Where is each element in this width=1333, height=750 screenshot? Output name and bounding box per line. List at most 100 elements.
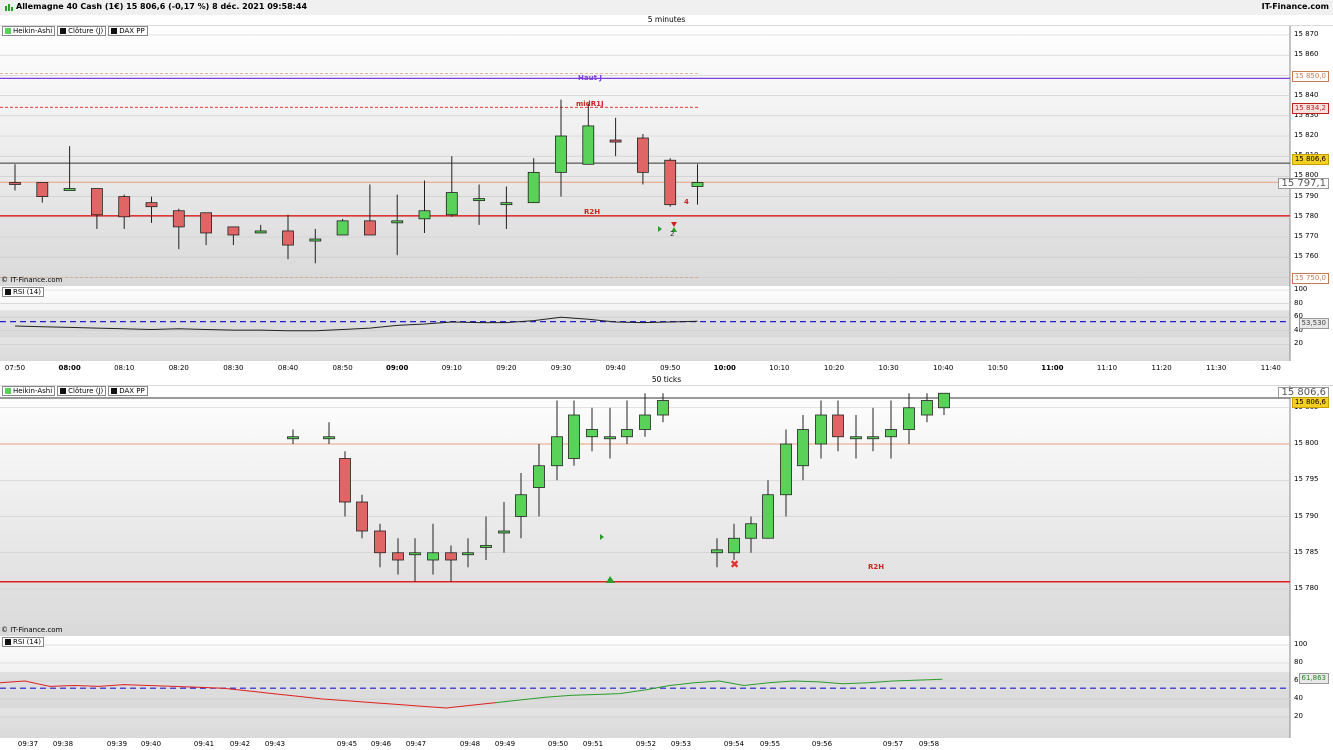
bottom-chart-caption: 50 ticks (0, 375, 1333, 386)
bot-candle (551, 436, 563, 467)
time-axis-label: 10:50 (987, 364, 1008, 372)
time-axis-label: 11:30 (1206, 364, 1227, 372)
legend-rsi-bottom[interactable]: RSI (14) (2, 637, 44, 647)
top-chart-caption: 5 minutes (0, 15, 1333, 26)
annotation-count-2: 2 (670, 230, 675, 238)
bot-candle (903, 407, 915, 430)
bottom-rsi-chart[interactable] (0, 636, 1333, 738)
legend-cloture[interactable]: Clôture (J) (57, 26, 107, 36)
legend-dax-pp-bottom[interactable]: DAX PP (108, 386, 148, 396)
bot-candle (586, 429, 598, 438)
top-price-tick-label: 15 780 (1294, 211, 1319, 220)
top-candle (282, 230, 294, 246)
time-axis-label: 09:40 (140, 740, 162, 748)
label-mid-r1j: 15 834,2 (1291, 103, 1329, 114)
top-candle (200, 212, 213, 234)
bot-candle (356, 501, 368, 532)
legend-rsi[interactable]: RSI (14) (2, 287, 44, 297)
top-price-panel[interactable]: Heikin-Ashi Clôture (J) DAX PP © IT-Fina… (0, 26, 1333, 286)
top-rsi-tick-label: 100 (1294, 285, 1308, 293)
top-price-tick-label: 15 840 (1294, 90, 1319, 99)
top-watermark: © IT-Finance.com (1, 276, 63, 284)
bot-price-tick-label: 15 785 (1294, 547, 1319, 556)
top-candle (500, 202, 513, 206)
bot-candle (780, 443, 792, 496)
label-pivot: 15 797,1 (1278, 178, 1329, 189)
time-axis-label: 09:57 (882, 740, 904, 748)
bottom-price-chart[interactable]: ✖ (0, 386, 1333, 636)
bot-candle (832, 414, 844, 438)
top-rsi-chart[interactable] (0, 286, 1333, 361)
top-candle (527, 171, 540, 204)
bottom-watermark: © IT-Finance.com (1, 626, 63, 634)
top-time-axis: 07:50 08:00 08:10 08:20 08:30 08:40 08:50 09:00… (0, 363, 1333, 373)
bot-candle (639, 414, 651, 430)
top-candle (254, 230, 267, 234)
time-axis-label: 09:41 (193, 740, 215, 748)
time-axis-label: 07:50 (4, 364, 26, 372)
top-rsi-tick-label: 80 (1294, 298, 1303, 307)
bot-price-tick-label: 15 795 (1294, 475, 1319, 484)
bottom-rsi-panel[interactable]: RSI (14) 10080604020 61,863 (0, 636, 1333, 738)
annotation-r2h-bottom: R2H (868, 563, 885, 571)
time-axis-label: 09:45 (336, 740, 358, 748)
label-low-ref: 15 750,0 (1291, 273, 1329, 284)
bot-candle (711, 549, 723, 554)
bottom-rsi-legend: RSI (14) (2, 637, 44, 647)
annotation-r2h: R2H (584, 208, 601, 216)
legend-heikin-ashi-bottom[interactable]: Heikin-Ashi (2, 386, 56, 396)
bottom-rsi-value: 61,863 (1298, 673, 1329, 684)
top-rsi-legend: RSI (14) (2, 287, 44, 297)
chart-app-icon (5, 4, 13, 11)
bot-price-tick-label: 15 800 (1294, 439, 1319, 447)
top-price-tick-label: 15 870 (1294, 30, 1319, 38)
bot-candle (533, 465, 545, 488)
bot-candle (339, 458, 351, 503)
time-axis-label: 09:39 (106, 740, 128, 748)
time-axis-label: 10:00 (713, 364, 736, 372)
time-axis-label: 10:10 (769, 364, 790, 372)
legend-dax-pp[interactable]: DAX PP (108, 26, 148, 36)
top-rsi-value: 53,530 (1298, 318, 1329, 329)
window-titlebar: Allemagne 40 Cash (1€) 15 806,6 (-0,17 %… (0, 0, 1333, 16)
legend-heikin-ashi[interactable]: Heikin-Ashi (2, 26, 56, 36)
top-price-chart[interactable] (0, 26, 1333, 286)
bot-candle (515, 494, 527, 517)
time-axis-label: 09:58 (918, 740, 940, 748)
label-last-price-bottom: 15 806,6 (1291, 397, 1329, 408)
bot-candle (657, 400, 669, 416)
time-axis-label: 09:51 (582, 740, 604, 748)
bot-candle (323, 436, 335, 440)
annotation-haut-j: Haut J (578, 74, 602, 82)
time-axis-label: 09:10 (441, 364, 462, 372)
bot-rsi-tick-label: 80 (1294, 658, 1303, 666)
annotation-count-4: 4 (684, 198, 689, 206)
top-candle (691, 182, 704, 187)
bot-candle (938, 392, 950, 409)
bot-candle (762, 494, 774, 539)
time-axis-label: 09:38 (52, 740, 74, 748)
time-axis-label: 08:40 (277, 364, 299, 372)
bot-candle (604, 436, 616, 440)
time-axis-label: 09:47 (405, 740, 427, 748)
top-rsi-tick-label: 20 (1294, 339, 1303, 348)
time-axis-label: 09:56 (811, 740, 833, 748)
window-title: Allemagne 40 Cash (1€) 15 806,6 (-0,17 %… (16, 2, 308, 11)
bot-candle (728, 537, 740, 554)
legend-cloture-bottom[interactable]: Clôture (J) (57, 386, 107, 396)
bottom-price-panel[interactable]: ✖ Heikin-Ashi Clôture (J) DAX PP © IT-Fi… (0, 386, 1333, 636)
time-axis-label: 09:42 (229, 740, 251, 748)
bot-candle (797, 429, 809, 467)
bot-candle (568, 414, 580, 459)
top-rsi-panel[interactable]: RSI (14) 100 80 60 40 20 53,530 (0, 285, 1333, 361)
bot-candle (445, 552, 457, 561)
top-candle (118, 196, 131, 218)
time-axis-label: 09:50 (547, 740, 569, 748)
time-axis-label: 11:40 (1260, 364, 1281, 372)
time-axis-label: 11:10 (1096, 364, 1118, 372)
bot-price-tick-label: 15 790 (1294, 511, 1319, 520)
time-axis-label: 09:50 (660, 364, 681, 372)
time-axis-label: 09:53 (670, 740, 692, 748)
top-candle (445, 192, 458, 216)
time-axis-label: 08:00 (58, 364, 81, 372)
